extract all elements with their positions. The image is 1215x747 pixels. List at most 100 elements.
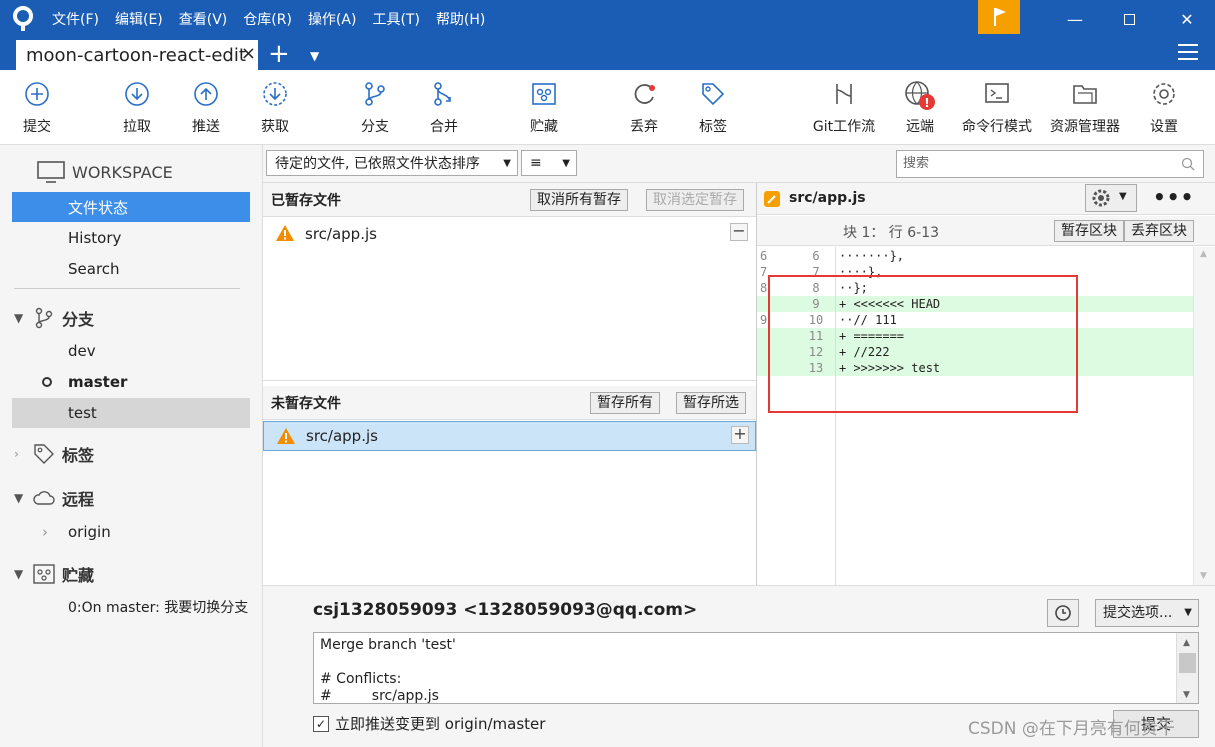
push-button[interactable]: 推送: [166, 70, 246, 145]
sidebar-item-file-status[interactable]: 文件状态: [12, 192, 250, 222]
chevron-down-icon: ▼: [503, 157, 511, 169]
tags-header[interactable]: › 标签: [14, 439, 94, 469]
branch-label: 分支: [361, 119, 389, 135]
discard-button[interactable]: 丢弃: [604, 70, 684, 145]
maximize-button[interactable]: [1102, 0, 1156, 38]
stash-button[interactable]: 贮藏: [504, 70, 584, 145]
more-options-icon[interactable]: •••: [1153, 185, 1194, 209]
hamburger-menu-icon[interactable]: [1178, 44, 1198, 62]
diff-scrollbar[interactable]: ▲ ▼: [1193, 247, 1215, 585]
stage-hunk-button[interactable]: 暂存区块: [1054, 220, 1124, 242]
message-scrollbar[interactable]: ▲ ▼: [1176, 633, 1198, 703]
filter-bar: 待定的文件, 已依照文件状态排序 ▼ ≡ ▼ 搜索: [263, 145, 1215, 183]
menu-edit[interactable]: 编辑(E): [115, 9, 163, 29]
commit-options-dropdown[interactable]: 提交选项... ▼: [1095, 599, 1199, 627]
js-file-icon: [764, 191, 780, 207]
pull-label: 拉取: [123, 119, 151, 135]
menu-repository[interactable]: 仓库(R): [243, 9, 292, 29]
sort-dropdown[interactable]: 待定的文件, 已依照文件状态排序 ▼: [266, 150, 518, 176]
settings-button[interactable]: 设置: [1124, 70, 1204, 145]
branch-button[interactable]: 分支: [335, 70, 415, 145]
push-immediately-checkbox[interactable]: ✓ 立即推送变更到 origin/master: [313, 713, 545, 734]
scroll-down-icon: ▼: [1183, 690, 1190, 700]
menu-tools[interactable]: 工具(T): [372, 9, 419, 29]
menu-actions[interactable]: 操作(A): [308, 9, 357, 29]
cloud-icon: [33, 491, 55, 505]
repo-tab[interactable]: moon-cartoon-react-edit ×: [16, 40, 258, 70]
minimize-button[interactable]: —: [1048, 0, 1102, 38]
tag-button[interactable]: 标签: [673, 70, 753, 145]
unstage-selected-button[interactable]: 取消选定暂存: [646, 189, 744, 211]
menu-help[interactable]: 帮助(H): [436, 9, 485, 29]
explorer-button[interactable]: 资源管理器: [1045, 70, 1125, 145]
pull-button[interactable]: 拉取: [97, 70, 177, 145]
settings-label: 设置: [1150, 119, 1178, 135]
branch-label: dev: [68, 342, 96, 360]
diff-settings-dropdown[interactable]: ▼: [1085, 184, 1137, 212]
remotes-label: 远程: [62, 490, 95, 509]
history-button[interactable]: [1047, 599, 1079, 627]
scroll-thumb[interactable]: [1179, 653, 1196, 673]
folder-icon: [1073, 85, 1097, 104]
terminal-button[interactable]: 命令行模式: [957, 70, 1037, 145]
tab-dropdown-icon[interactable]: ▼: [310, 38, 319, 74]
file-name: src/app.js: [306, 427, 378, 445]
branches-header[interactable]: ▼ 分支: [14, 303, 94, 333]
stage-all-button[interactable]: 暂存所有: [590, 392, 660, 414]
chevron-down-icon: ▼: [14, 491, 24, 505]
pull-icon: [125, 82, 149, 106]
merge-button[interactable]: 合并: [404, 70, 484, 145]
commit-button[interactable]: 提交: [0, 70, 77, 145]
search-input[interactable]: 搜索: [896, 150, 1204, 178]
view-mode-dropdown[interactable]: ≡ ▼: [521, 150, 577, 176]
gear-icon: [1092, 189, 1110, 207]
staged-title: 已暂存文件: [271, 192, 341, 209]
stage-file-button[interactable]: +: [731, 426, 749, 444]
message-line: Merge branch 'test': [320, 637, 456, 653]
git-flow-button[interactable]: Git工作流: [804, 70, 884, 145]
branch-item-test[interactable]: test: [12, 398, 250, 428]
sidebar-item-search[interactable]: Search: [12, 254, 250, 284]
hunk-label: 块 1： 行 6-13: [843, 225, 940, 241]
commit-message-input[interactable]: Merge branch 'test' # Conflicts: # src/a…: [313, 632, 1199, 704]
sidebar-item-history[interactable]: History: [12, 223, 250, 253]
menu-file[interactable]: 文件(F): [52, 9, 99, 29]
unstaged-file-row[interactable]: src/app.js +: [263, 421, 756, 451]
staged-file-row[interactable]: src/app.js −: [263, 219, 756, 249]
merge-label: 合并: [430, 119, 458, 135]
unstage-file-button[interactable]: −: [730, 223, 748, 241]
unstage-all-button[interactable]: 取消所有暂存: [530, 189, 628, 211]
push-icon: [194, 82, 218, 106]
terminal-label: 命令行模式: [962, 119, 1032, 135]
remote-item-origin[interactable]: › origin: [12, 517, 250, 547]
diff-line: 6 6 ·······},: [757, 248, 1193, 264]
tag-icon: [702, 83, 725, 106]
stage-selected-button[interactable]: 暂存所选: [676, 392, 746, 414]
message-line: # src/app.js: [320, 688, 439, 704]
menu-view[interactable]: 查看(V): [179, 9, 228, 29]
remotes-header[interactable]: ▼ 远程: [14, 483, 94, 513]
tab-close-icon[interactable]: ×: [241, 43, 256, 64]
branch-item-dev[interactable]: dev: [12, 336, 250, 366]
remote-button[interactable]: ! 远端: [880, 70, 960, 145]
new-tab-button[interactable]: +: [268, 38, 290, 70]
stashes-header[interactable]: ▼ 贮藏: [14, 559, 94, 589]
chevron-right-icon: ›: [14, 447, 19, 461]
hunk-header: 块 1： 行 6-13 暂存区块 丢弃区块: [757, 216, 1215, 246]
push-immediately-label: 立即推送变更到 origin/master: [335, 715, 546, 733]
unstaged-title: 未暂存文件: [271, 395, 341, 412]
discard-icon: [634, 84, 655, 104]
push-label: 推送: [192, 119, 220, 135]
branch-item-master[interactable]: master: [12, 367, 250, 397]
svg-text:!: !: [924, 96, 929, 110]
branch-icon: [365, 82, 385, 106]
discard-hunk-button[interactable]: 丢弃区块: [1124, 220, 1194, 242]
notification-flag-button[interactable]: [978, 0, 1020, 34]
fetch-button[interactable]: 获取: [235, 70, 315, 145]
monitor-icon: [37, 161, 65, 183]
stash-item[interactable]: 0:On master: 我要切换分支: [12, 592, 250, 622]
close-window-button[interactable]: ✕: [1160, 0, 1214, 38]
terminal-icon: [985, 83, 1009, 103]
fetch-icon: [263, 82, 287, 106]
tag-icon: [34, 444, 54, 464]
